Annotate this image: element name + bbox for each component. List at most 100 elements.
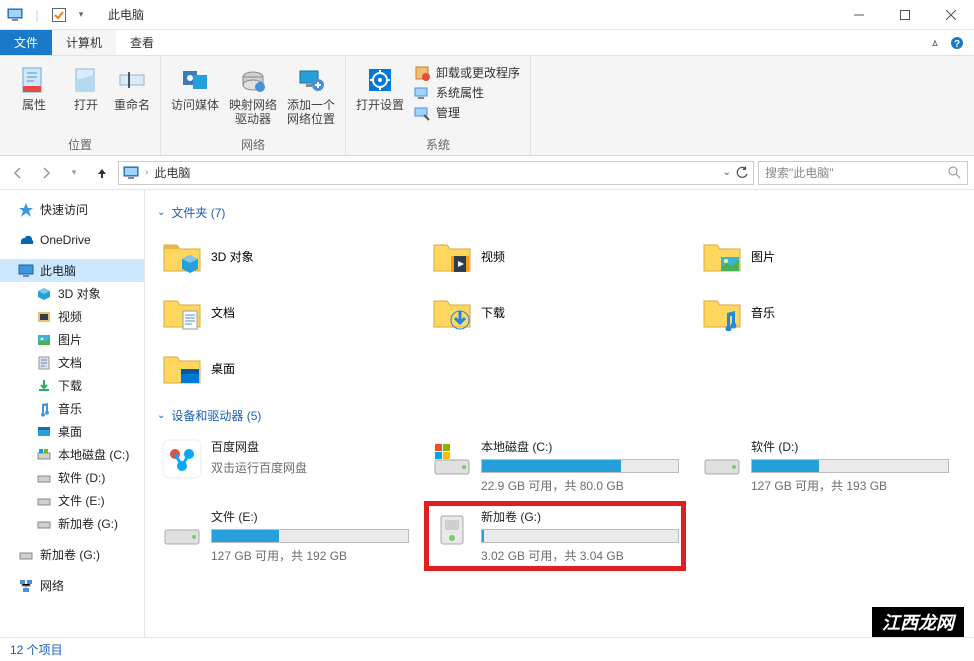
ribbon-help-area: ㅿ ? <box>930 30 974 55</box>
folder-desktop[interactable]: 桌面 <box>157 343 413 393</box>
folder-downloads[interactable]: 下载 <box>427 287 683 337</box>
sidebar-onedrive[interactable]: OneDrive <box>0 229 144 251</box>
status-bar: 12 个项目 <box>0 637 974 661</box>
sidebar-this-pc[interactable]: 此电脑 <box>0 259 144 282</box>
folder-music[interactable]: 音乐 <box>697 287 953 337</box>
folder-documents[interactable]: 文档 <box>157 287 413 337</box>
forward-button[interactable] <box>34 161 58 185</box>
drive-e[interactable]: 文件 (E:) 127 GB 可用，共 192 GB <box>157 504 413 568</box>
chevron-down-icon: ⌄ <box>157 207 165 218</box>
breadcrumb[interactable]: 此电脑 <box>154 164 190 181</box>
tab-view[interactable]: 查看 <box>116 30 168 55</box>
qat-dropdown-icon[interactable]: ▾ <box>72 6 90 24</box>
drive-baidu[interactable]: 百度网盘 双击运行百度网盘 <box>157 434 413 498</box>
folders-grid: 3D 对象 视频 图片 文档 下载 音乐 <box>157 231 962 393</box>
quick-access-toolbar: | ▾ <box>0 6 96 24</box>
crumb-chevron-icon[interactable]: › <box>145 167 148 178</box>
folder-pictures[interactable]: 图片 <box>697 231 953 281</box>
refresh-icon[interactable] <box>735 166 749 180</box>
sidebar-videos[interactable]: 视频 <box>0 305 144 328</box>
window-controls <box>836 0 974 30</box>
folder-icon <box>701 235 743 277</box>
sidebar-pictures[interactable]: 图片 <box>0 328 144 351</box>
open-icon <box>70 64 102 96</box>
address-bar[interactable]: › 此电脑 ⌄ <box>118 161 754 185</box>
settings-icon <box>364 64 396 96</box>
group-label-system: 系统 <box>354 134 522 153</box>
drive-icon <box>18 547 34 563</box>
add-location-button[interactable]: 添加一个网络位置 <box>285 60 337 134</box>
drive-c[interactable]: 本地磁盘 (C:) 22.9 GB 可用，共 80.0 GB <box>427 434 683 498</box>
folder-label: 文档 <box>211 304 235 321</box>
minimize-button[interactable] <box>836 0 882 30</box>
drive-stats: 3.02 GB 可用，共 3.04 GB <box>481 547 679 564</box>
sidebar-music[interactable]: 音乐 <box>0 397 144 420</box>
sidebar-drive-e[interactable]: 文件 (E:) <box>0 489 144 512</box>
qat-divider-icon: | <box>28 6 46 24</box>
drive-stats: 127 GB 可用，共 193 GB <box>751 477 949 494</box>
manage-icon <box>414 105 430 121</box>
sidebar-drive-c[interactable]: 本地磁盘 (C:) <box>0 443 144 466</box>
folder-icon <box>161 291 203 333</box>
folder-label: 桌面 <box>211 360 235 377</box>
system-list: 卸载或更改程序 系统属性 管理 <box>412 60 522 134</box>
desktop-icon <box>36 424 52 440</box>
recent-dropdown[interactable]: ▾ <box>62 161 86 185</box>
star-icon <box>18 202 34 218</box>
map-drive-icon <box>237 64 269 96</box>
search-placeholder: 搜索"此电脑" <box>765 164 834 181</box>
download-icon <box>36 378 52 394</box>
map-drive-button[interactable]: 映射网络驱动器 <box>227 60 279 134</box>
folder-label: 视频 <box>481 248 505 265</box>
search-input[interactable]: 搜索"此电脑" <box>758 161 968 185</box>
sidebar-drive-d[interactable]: 软件 (D:) <box>0 466 144 489</box>
sidebar-drive-g2[interactable]: 新加卷 (G:) <box>0 543 144 566</box>
section-folders[interactable]: ⌄ 文件夹 (7) <box>157 204 962 221</box>
network-icon <box>18 578 34 594</box>
up-button[interactable] <box>90 161 114 185</box>
search-icon <box>948 166 961 179</box>
sidebar-downloads[interactable]: 下载 <box>0 374 144 397</box>
drive-d[interactable]: 软件 (D:) 127 GB 可用，共 193 GB <box>697 434 953 498</box>
section-drives[interactable]: ⌄ 设备和驱动器 (5) <box>157 407 962 424</box>
drive-g[interactable]: 新加卷 (G:) 3.02 GB 可用，共 3.04 GB <box>427 504 683 568</box>
tab-file[interactable]: 文件 <box>0 30 52 55</box>
document-icon <box>36 355 52 371</box>
music-icon <box>36 401 52 417</box>
pc-icon <box>18 263 34 279</box>
drive-stats: 22.9 GB 可用，共 80.0 GB <box>481 477 679 494</box>
folder-label: 3D 对象 <box>211 248 254 265</box>
rename-button[interactable]: 重命名 <box>112 60 152 134</box>
sidebar-network[interactable]: 网络 <box>0 574 144 597</box>
help-icon[interactable]: ? <box>950 36 964 50</box>
folder-3d-objects[interactable]: 3D 对象 <box>157 231 413 281</box>
sidebar-desktop[interactable]: 桌面 <box>0 420 144 443</box>
drive-icon <box>431 508 473 550</box>
maximize-button[interactable] <box>882 0 928 30</box>
sidebar-drive-g[interactable]: 新加卷 (G:) <box>0 512 144 535</box>
chevron-down-icon: ⌄ <box>157 410 165 421</box>
address-dropdown-icon[interactable]: ⌄ <box>723 167 731 178</box>
close-button[interactable] <box>928 0 974 30</box>
folder-videos[interactable]: 视频 <box>427 231 683 281</box>
media-icon <box>179 64 211 96</box>
back-button[interactable] <box>6 161 30 185</box>
ribbon: 属性 打开 重命名 位置 访问媒体 映射网络驱动器 <box>0 56 974 156</box>
sidebar-documents[interactable]: 文档 <box>0 351 144 374</box>
properties-button[interactable]: 属性 <box>8 60 60 134</box>
sidebar-3d-objects[interactable]: 3D 对象 <box>0 282 144 305</box>
access-media-button[interactable]: 访问媒体 <box>169 60 221 134</box>
uninstall-programs-item[interactable]: 卸载或更改程序 <box>414 64 520 81</box>
system-properties-item[interactable]: 系统属性 <box>414 84 520 101</box>
drive-icon <box>36 516 52 532</box>
drive-icon <box>36 470 52 486</box>
drive-sub: 双击运行百度网盘 <box>211 459 409 476</box>
folder-label: 音乐 <box>751 304 775 321</box>
tab-computer[interactable]: 计算机 <box>52 30 116 55</box>
ribbon-collapse-icon[interactable]: ㅿ <box>930 35 940 51</box>
open-button[interactable]: 打开 <box>66 60 106 134</box>
open-settings-button[interactable]: 打开设置 <box>354 60 406 134</box>
sidebar-quick-access[interactable]: 快速访问 <box>0 198 144 221</box>
manage-item[interactable]: 管理 <box>414 104 520 121</box>
checkbox-icon[interactable] <box>50 6 68 24</box>
